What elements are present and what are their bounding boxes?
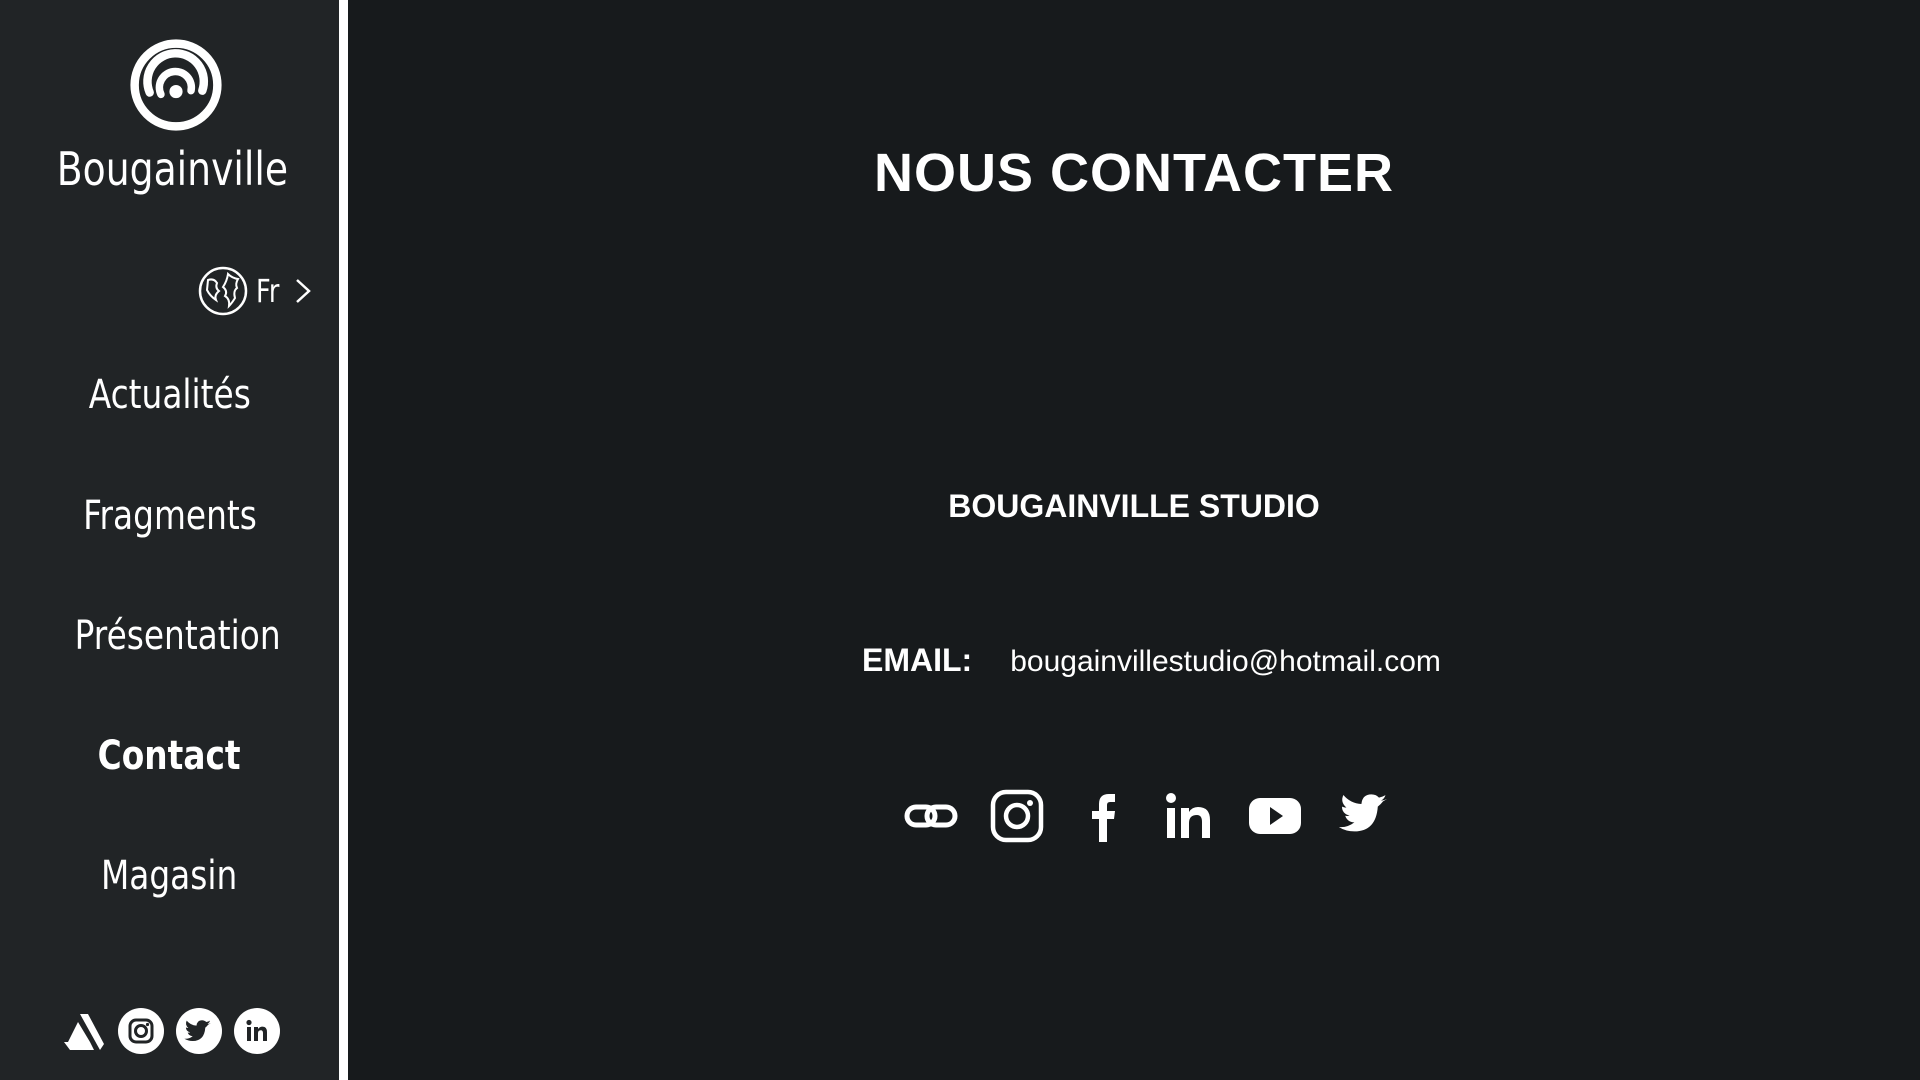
studio-name: BOUGAINVILLE STUDIO [948, 488, 1320, 524]
nav-item-actualites[interactable]: Actualités [0, 372, 339, 418]
instagram-icon[interactable] [989, 788, 1045, 844]
youtube-icon[interactable] [1247, 788, 1303, 844]
nav-item-label: Actualités [88, 372, 251, 418]
nav-item-presentation[interactable]: Présentation [8, 613, 347, 659]
main-social-links [903, 788, 1389, 844]
email-label: EMAIL: [862, 642, 973, 678]
nav-item-label: Fragments [82, 493, 257, 539]
linkedin-icon[interactable] [1161, 788, 1217, 844]
language-label: Fr [256, 272, 280, 310]
twitter-icon[interactable] [1333, 788, 1389, 844]
globe-icon [198, 266, 248, 316]
linkedin-icon[interactable] [234, 1008, 280, 1054]
email-link[interactable]: bougainvillestudio@hotmail.com [1010, 645, 1441, 679]
nav-item-contact[interactable]: Contact [0, 733, 339, 779]
language-selector[interactable]: Fr [198, 266, 313, 316]
facebook-icon[interactable] [1075, 788, 1131, 844]
sidebar-divider [339, 0, 348, 1080]
nav-item-label: Magasin [101, 853, 238, 899]
artstation-icon[interactable] [60, 1008, 106, 1054]
logo-swirl-icon[interactable] [129, 38, 223, 132]
nav-item-label: Contact [98, 733, 241, 779]
chevron-right-icon [296, 279, 312, 303]
link-icon[interactable] [903, 788, 959, 844]
sidebar-social-links [60, 1008, 280, 1054]
nav-item-magasin[interactable]: Magasin [0, 853, 339, 899]
nav-item-label: Présentation [74, 613, 281, 659]
twitter-icon[interactable] [176, 1008, 222, 1054]
sidebar: Bougainville Fr Actualités Fragments Pré… [0, 0, 339, 1080]
instagram-icon[interactable] [118, 1008, 164, 1054]
brand-name[interactable]: Bougainville [31, 142, 314, 196]
nav-item-fragments[interactable]: Fragments [0, 493, 339, 539]
email-row: EMAIL: bougainvillestudio@hotmail.com [862, 642, 1441, 679]
page-title: NOUS CONTACTER [874, 143, 1394, 203]
